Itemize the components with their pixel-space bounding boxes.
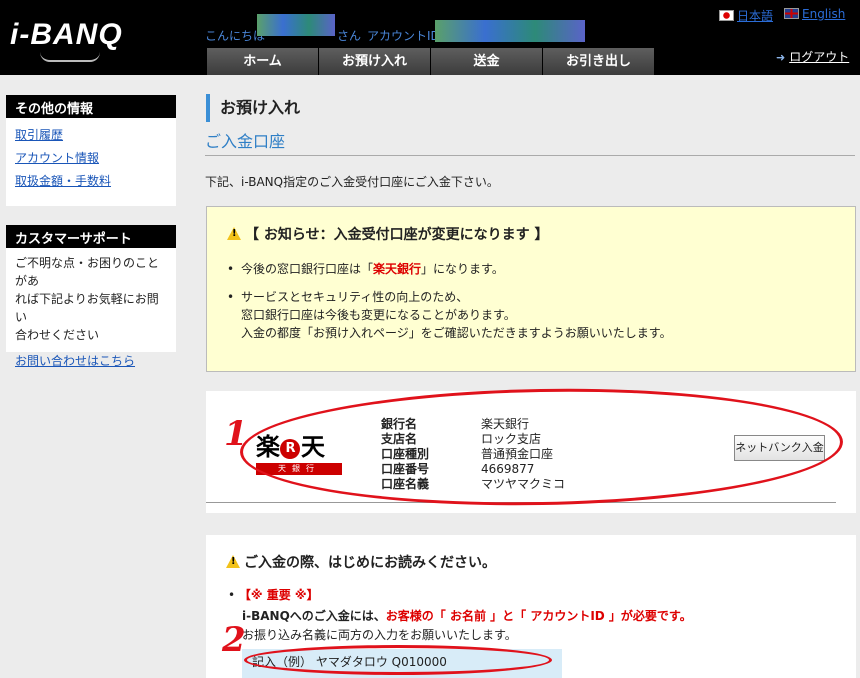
read-line-1: i-BANQへのご入金には、お客様の「 お名前 」と「 アカウントID 」が必要… — [242, 607, 692, 624]
notice-title: 【 お知らせ：入金受付口座が変更になります 】 — [227, 224, 548, 244]
read-first-title: ご入金の際、はじめにお読みください。 — [226, 552, 496, 572]
sidebar-link-account[interactable]: アカウント情報 — [15, 147, 167, 170]
notice-item1-post: 」になります。 — [421, 262, 504, 276]
logo-swoosh — [40, 52, 100, 62]
japan-flag-icon — [719, 10, 734, 21]
notice-list: 今後の窓口銀行口座は「楽天銀行」になります。 サービスとセキュリティ性の向上のた… — [227, 260, 672, 352]
important-label: • 【※ 重要 ※】 — [228, 588, 319, 602]
notice-item1-pre: 今後の窓口銀行口座は「 — [241, 262, 374, 276]
notice-box: 【 お知らせ：入金受付口座が変更になります 】 今後の窓口銀行口座は「楽天銀行」… — [206, 206, 856, 372]
nav-withdrawal[interactable]: お引き出し — [543, 48, 654, 75]
intro-text: 下記、i-BANQ指定のご入金受付口座にご入金下さい。 — [205, 175, 499, 189]
logout-label: ログアウト — [789, 50, 850, 64]
sidebar-info-title: その他の情報 — [6, 95, 176, 118]
logout-arrow-icon: ➜ — [776, 51, 786, 64]
read-line-2: お振り込み名義に両方の入力をお願いいたします。 — [242, 628, 517, 642]
sidebar-support-box: カスタマーサポート ご不明な点・お困りのことがあ れば下記よりお気軽にお問い 合… — [6, 225, 176, 368]
read-first-title-text: ご入金の際、はじめにお読みください。 — [244, 555, 496, 571]
warning-icon — [226, 555, 240, 568]
support-text-line: れば下記よりお気軽にお問い — [15, 292, 159, 324]
section-title: ご入金口座 — [205, 132, 855, 156]
sidebar-support-title: カスタマーサポート — [6, 225, 176, 248]
notice-item2-line: サービスとセキュリティ性の向上のため、 — [241, 290, 469, 304]
logout-link[interactable]: ➜ ログアウト — [776, 48, 849, 65]
lang-english-link[interactable]: English — [784, 7, 845, 21]
notice-item2-line: 入金の都度「お預け入れページ」をご確認いただきますようお願いいたします。 — [241, 326, 672, 340]
sidebar-link-fees[interactable]: 取扱金額・手数料 — [15, 170, 167, 193]
support-text-line: ご不明な点・お困りのことがあ — [15, 256, 160, 288]
redacted-name — [257, 14, 335, 36]
lang-ja-label: 日本語 — [737, 9, 774, 23]
notice-item1-bank: 楽天銀行 — [373, 262, 422, 276]
sidebar-info-box: その他の情報 取引履歴 アカウント情報 取扱金額・手数料 — [6, 95, 176, 206]
page-title: お預け入れ — [206, 94, 300, 122]
notice-item2-line: 窓口銀行口座は今後も変更になることがあります。 — [241, 308, 516, 322]
lang-japanese-link[interactable]: 日本語 — [719, 7, 773, 24]
nav-deposit[interactable]: お預け入れ — [319, 48, 430, 75]
header-bar: i-BANQ こんにちは さん アカウントID ： 日本語 English ➜ ロ… — [0, 0, 860, 75]
notice-item: サービスとセキュリティ性の向上のため、 窓口銀行口座は今後も変更になることがあり… — [227, 288, 672, 342]
support-contact-link[interactable]: お問い合わせはこちら — [15, 350, 167, 373]
sidebar-link-history[interactable]: 取引履歴 — [15, 124, 167, 147]
greeting-suffix: さん — [337, 29, 362, 43]
annotation-oval-2 — [244, 645, 552, 675]
redacted-account-id — [435, 20, 585, 42]
warning-icon — [227, 227, 241, 240]
nav-transfer[interactable]: 送金 — [431, 48, 542, 75]
read-line1-red: お客様の「 お名前 」と「 アカウントID 」が必要です。 — [385, 609, 692, 623]
support-text-line: 合わせください — [15, 328, 100, 342]
read-line1-pre: i-BANQへのご入金には、 — [242, 609, 386, 623]
notice-item: 今後の窓口銀行口座は「楽天銀行」になります。 — [227, 260, 672, 278]
ibanq-logo[interactable]: i-BANQ — [10, 18, 123, 52]
main-nav: ホーム お預け入れ 送金 お引き出し — [207, 48, 655, 75]
important-text: 【※ 重要 ※】 — [238, 588, 319, 602]
notice-title-text: 【 お知らせ：入金受付口座が変更になります 】 — [245, 227, 549, 243]
annotation-number-2: 2 — [222, 620, 246, 660]
uk-flag-icon — [784, 8, 799, 19]
nav-home[interactable]: ホーム — [207, 48, 318, 75]
lang-en-label: English — [802, 7, 846, 21]
greeting-prefix: こんにちは — [205, 29, 266, 43]
